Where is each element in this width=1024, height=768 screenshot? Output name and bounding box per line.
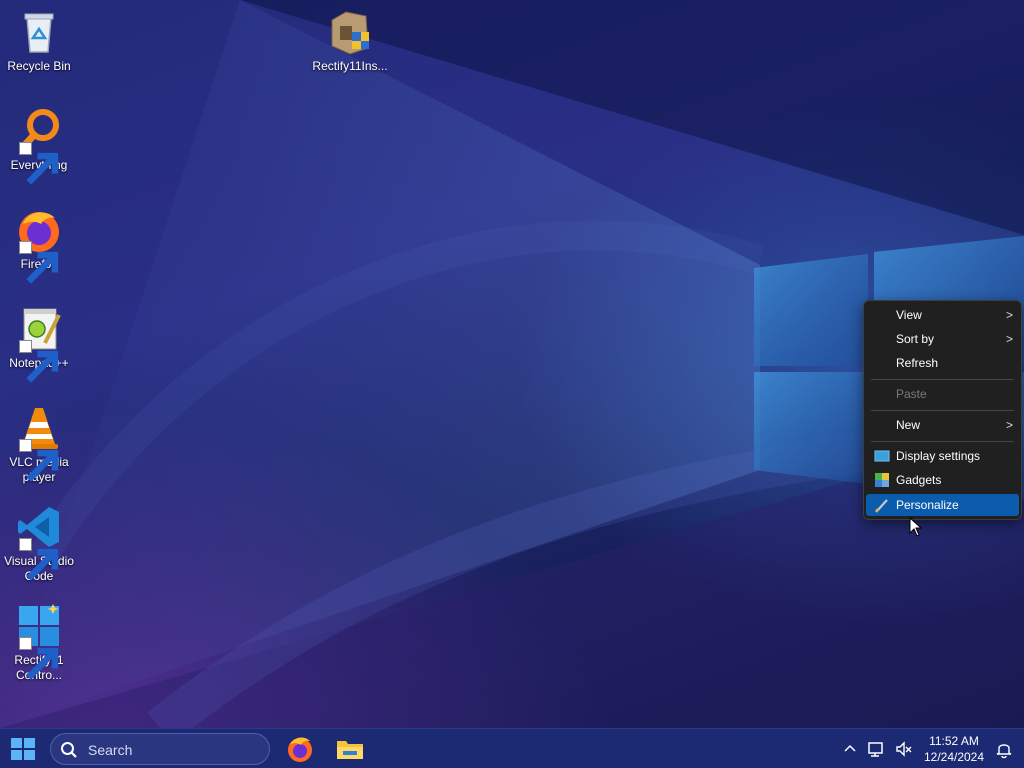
recycle-bin-icon [15, 8, 63, 56]
vscode-icon [15, 503, 63, 581]
installer-package-icon [326, 8, 374, 56]
desktop[interactable]: Recycle Bin Rectify11Ins... Everything F… [0, 0, 1024, 728]
menu-item-label: View [896, 308, 922, 322]
chevron-right-icon: > [1005, 332, 1013, 346]
rectify11-control-icon [15, 602, 63, 680]
clock-time: 11:52 AM [929, 734, 979, 748]
menu-separator [871, 410, 1014, 411]
desktop-icon-rectify11-control[interactable]: Rectify11 Contro... [0, 602, 78, 683]
menu-item-new[interactable]: New > [866, 414, 1019, 436]
menu-item-label: Gadgets [896, 473, 942, 487]
taskbar-app-firefox[interactable] [284, 733, 316, 765]
notification-center-button[interactable] [994, 739, 1014, 759]
shortcut-arrow-icon [19, 538, 59, 581]
desktop-icon-recycle-bin[interactable]: Recycle Bin [0, 8, 78, 74]
chevron-right-icon: > [1005, 418, 1013, 432]
desktop-icon-notepad-plus-plus[interactable]: Notepad++ [0, 305, 78, 383]
desktop-context-menu: View > Sort by > Refresh Paste New > Dis… [863, 300, 1022, 520]
desktop-icon-rectify11-installer[interactable]: Rectify11Ins... [311, 8, 389, 74]
taskbar-clock[interactable]: 11:52 AM 12/24/2024 [918, 733, 990, 765]
menu-item-view[interactable]: View > [866, 304, 1019, 326]
search-icon [61, 742, 77, 758]
shortcut-arrow-icon [19, 439, 59, 482]
menu-item-sort-by[interactable]: Sort by > [866, 328, 1019, 350]
shortcut-arrow-icon [19, 142, 59, 185]
everything-search-icon [15, 107, 63, 185]
taskbar: Search 11:52 AM 12/24/2024 [0, 728, 1024, 768]
taskbar-app-file-explorer[interactable] [334, 733, 366, 765]
menu-item-gadgets[interactable]: Gadgets [866, 469, 1019, 491]
firefox-icon [288, 737, 312, 762]
folder-icon [337, 741, 363, 759]
start-button[interactable] [10, 737, 36, 761]
shortcut-arrow-icon [19, 637, 59, 680]
notepad-plus-plus-icon [15, 305, 63, 383]
menu-item-display-settings[interactable]: Display settings [866, 445, 1019, 467]
tray-network-button[interactable] [866, 739, 886, 759]
desktop-icon-firefox[interactable]: Firefox [0, 206, 78, 284]
menu-item-label: Personalize [896, 498, 959, 512]
brush-icon [874, 497, 890, 513]
bell-icon [996, 744, 1012, 759]
menu-item-label: Refresh [896, 356, 939, 370]
shortcut-arrow-icon [19, 340, 59, 383]
menu-item-label: Display settings [896, 449, 981, 463]
clock-date: 12/24/2024 [923, 750, 985, 764]
volume-muted-icon [896, 741, 912, 757]
taskbar-search-box[interactable]: Search [50, 733, 270, 765]
chevron-right-icon: > [1005, 308, 1013, 322]
menu-item-paste: Paste [866, 383, 1019, 405]
desktop-icon-label: Recycle Bin [7, 59, 71, 73]
menu-separator [871, 441, 1014, 442]
menu-item-refresh[interactable]: Refresh [866, 352, 1019, 374]
firefox-icon [15, 206, 63, 284]
vlc-cone-icon [15, 404, 63, 482]
chevron-up-icon [844, 744, 856, 752]
desktop-icon-vlc[interactable]: VLC media player [0, 404, 78, 485]
desktop-icon-everything[interactable]: Everything [0, 107, 78, 185]
tray-volume-button[interactable] [894, 739, 914, 759]
menu-item-label: New [896, 418, 921, 432]
shortcut-arrow-icon [19, 241, 59, 284]
search-placeholder: Search [88, 742, 133, 758]
desktop-icon-vscode[interactable]: Visual Studio Code [0, 503, 78, 584]
display-icon [874, 448, 890, 464]
tray-overflow-button[interactable] [840, 739, 860, 759]
desktop-icon-label: Rectify11Ins... [312, 59, 388, 73]
menu-item-label: Paste [896, 387, 927, 401]
network-icon [868, 742, 883, 757]
menu-separator [871, 379, 1014, 380]
menu-item-personalize[interactable]: Personalize [866, 494, 1019, 516]
gadgets-icon [874, 472, 890, 488]
windows-logo-icon [11, 738, 35, 760]
mouse-cursor-icon [909, 517, 923, 537]
menu-item-label: Sort by [896, 332, 935, 346]
